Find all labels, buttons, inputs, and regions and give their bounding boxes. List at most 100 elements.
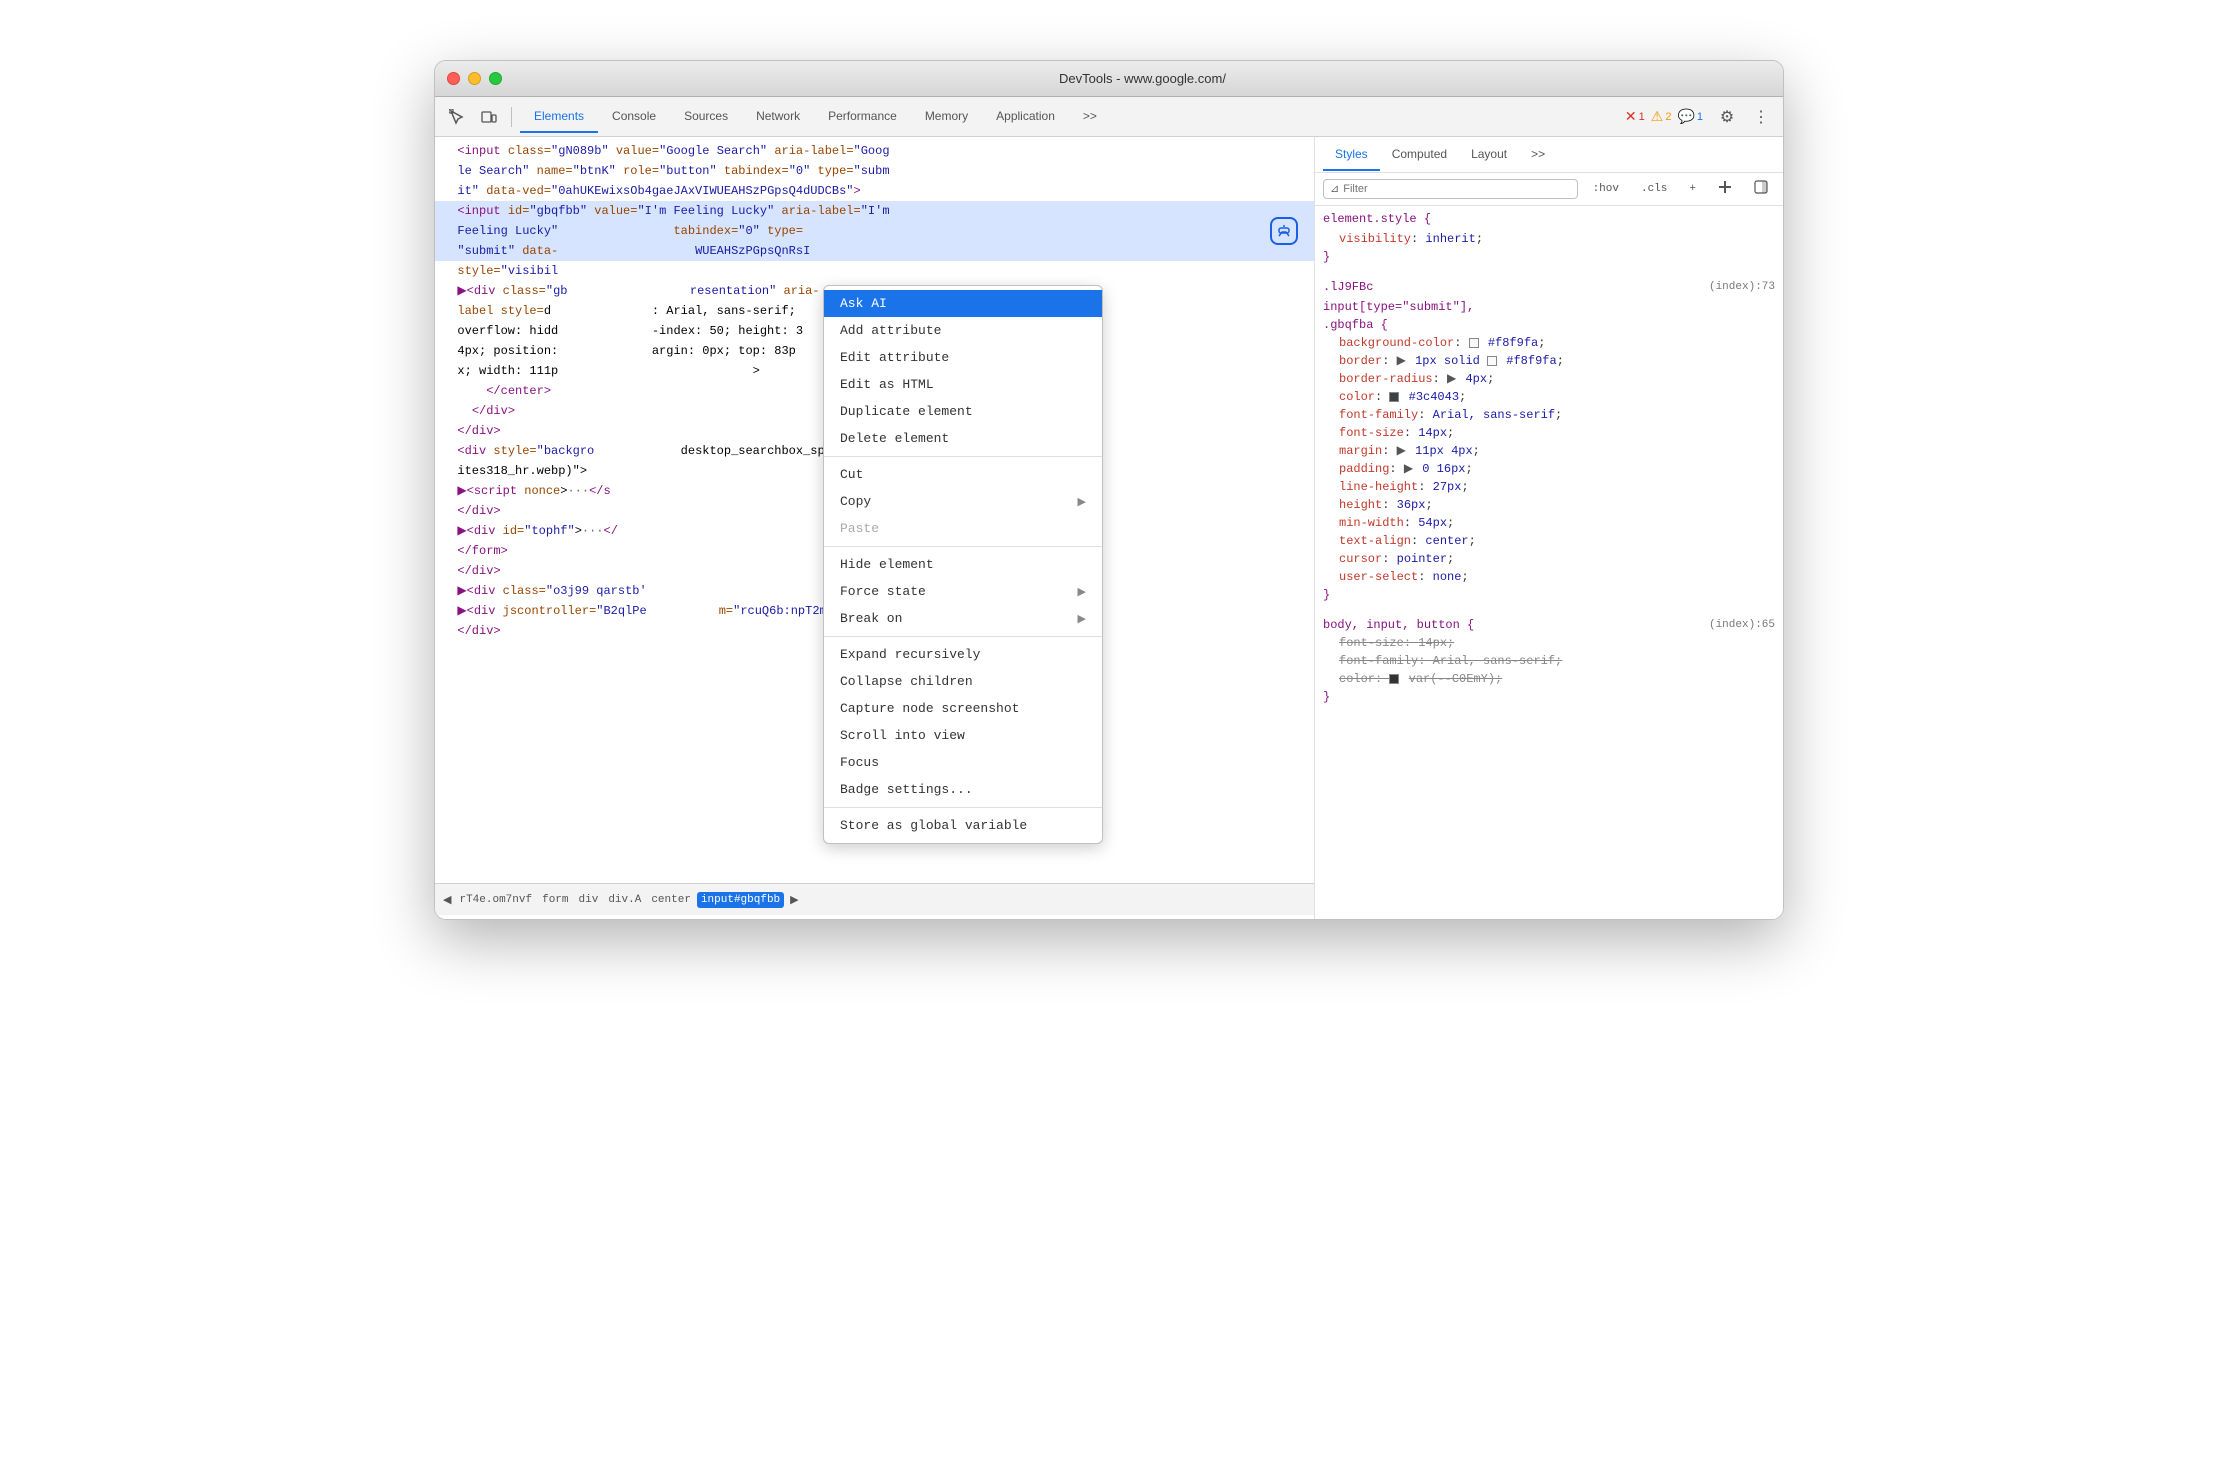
style-rule-ljfbc: .lJ9FBc input[type="submit"], .gbqfba { … bbox=[1323, 278, 1775, 604]
menu-item-copy[interactable]: Copy ▶ bbox=[824, 488, 1102, 515]
color-swatch[interactable] bbox=[1487, 356, 1497, 366]
minimize-button[interactable] bbox=[468, 72, 481, 85]
tab-application[interactable]: Application bbox=[982, 101, 1069, 133]
styles-panel: Styles Computed Layout >> ⊿ :hov .cls + bbox=[1315, 137, 1783, 919]
submenu-arrow-icon: ▶ bbox=[1078, 612, 1086, 626]
title-bar: DevTools - www.google.com/ bbox=[435, 61, 1783, 97]
menu-item-hide[interactable]: Hide element bbox=[824, 551, 1102, 578]
style-rule-body: body, input, button { (index):65 font-si… bbox=[1323, 616, 1775, 706]
menu-separator bbox=[824, 456, 1102, 457]
css-property: margin: ▶ 11px 4px; bbox=[1339, 442, 1775, 460]
styles-filter-bar: ⊿ :hov .cls + bbox=[1315, 173, 1783, 206]
menu-separator bbox=[824, 807, 1102, 808]
hov-filter-button[interactable]: :hov bbox=[1586, 180, 1626, 198]
window-title: DevTools - www.google.com/ bbox=[514, 71, 1771, 86]
device-toggle-icon[interactable] bbox=[475, 103, 503, 131]
styles-content[interactable]: element.style { visibility: inherit; } bbox=[1315, 206, 1783, 919]
add-style-button[interactable]: + bbox=[1682, 180, 1703, 198]
tab-network[interactable]: Network bbox=[742, 101, 814, 133]
color-swatch[interactable] bbox=[1469, 338, 1479, 348]
rule-selector: element.style { bbox=[1323, 210, 1775, 228]
menu-item-cut[interactable]: Cut bbox=[824, 461, 1102, 488]
close-button[interactable] bbox=[447, 72, 460, 85]
menu-item-screenshot[interactable]: Capture node screenshot bbox=[824, 695, 1102, 722]
menu-item-expand[interactable]: Expand recursively bbox=[824, 641, 1102, 668]
tab-performance[interactable]: Performance bbox=[814, 101, 911, 133]
menu-label: Expand recursively bbox=[840, 647, 980, 662]
context-menu: Ask AI Add attribute Edit attribute Edit… bbox=[823, 285, 1103, 844]
style-tab-computed[interactable]: Computed bbox=[1380, 139, 1459, 171]
html-line-selected: Feeling Lucky" tabindex="0" type= bbox=[435, 221, 1314, 241]
html-line-selected: "submit" data- WUEAHSzPGpsQnRsI bbox=[435, 241, 1314, 261]
triangle-icon: ▶ bbox=[1397, 352, 1406, 370]
rule-block: font-size: 14px; font-family: Arial, san… bbox=[1323, 634, 1775, 688]
css-property: font-family: Arial, sans-serif; bbox=[1339, 652, 1775, 670]
style-tab-more[interactable]: >> bbox=[1519, 139, 1557, 171]
breadcrumb-item-active[interactable]: input#gbqfbb bbox=[697, 892, 784, 908]
color-swatch[interactable] bbox=[1389, 674, 1399, 684]
menu-label: Collapse children bbox=[840, 674, 973, 689]
html-line: style="visibil bbox=[435, 261, 1314, 281]
breadcrumb-item[interactable]: form bbox=[538, 892, 572, 908]
css-property: color: #3c4043; bbox=[1339, 388, 1775, 406]
tab-elements[interactable]: Elements bbox=[520, 101, 598, 133]
styles-tabs: Styles Computed Layout >> bbox=[1315, 137, 1783, 173]
css-property: padding: ▶ 0 16px; bbox=[1339, 460, 1775, 478]
more-options-icon[interactable]: ⋮ bbox=[1747, 103, 1775, 131]
menu-label: Break on bbox=[840, 611, 902, 626]
menu-item-store-global[interactable]: Store as global variable bbox=[824, 812, 1102, 839]
select-element-icon[interactable] bbox=[443, 103, 471, 131]
menu-item-collapse[interactable]: Collapse children bbox=[824, 668, 1102, 695]
menu-label: Edit attribute bbox=[840, 350, 949, 365]
menu-item-force-state[interactable]: Force state ▶ bbox=[824, 578, 1102, 605]
menu-item-break-on[interactable]: Break on ▶ bbox=[824, 605, 1102, 632]
menu-label: Ask AI bbox=[840, 296, 887, 311]
menu-item-ask-ai[interactable]: Ask AI bbox=[824, 290, 1102, 317]
breadcrumb-arrow-right[interactable]: ▶ bbox=[790, 893, 798, 907]
style-tab-styles[interactable]: Styles bbox=[1323, 139, 1380, 171]
devtools-main: <input class="gN089b" value="Google Sear… bbox=[435, 137, 1783, 919]
menu-label: Cut bbox=[840, 467, 863, 482]
filter-input[interactable] bbox=[1343, 183, 1570, 195]
cls-filter-button[interactable]: .cls bbox=[1634, 180, 1674, 198]
menu-item-delete[interactable]: Delete element bbox=[824, 425, 1102, 452]
toolbar-divider bbox=[511, 107, 512, 127]
maximize-button[interactable] bbox=[489, 72, 502, 85]
rule-close: } bbox=[1323, 586, 1775, 604]
rule-selector3: .gbqfba { bbox=[1323, 316, 1474, 334]
breadcrumb: ◀ rT4e.om7nvf form div div.A center inpu… bbox=[435, 883, 1314, 915]
breadcrumb-arrow[interactable]: ◀ bbox=[443, 893, 451, 907]
css-property: visibility: inherit; bbox=[1339, 230, 1775, 248]
breadcrumb-item[interactable]: center bbox=[647, 892, 695, 908]
style-rule-element: element.style { visibility: inherit; } bbox=[1323, 210, 1775, 266]
menu-separator bbox=[824, 636, 1102, 637]
toggle-sidebar-button[interactable] bbox=[1747, 177, 1775, 201]
menu-item-duplicate[interactable]: Duplicate element bbox=[824, 398, 1102, 425]
ai-shortcut-icon[interactable] bbox=[1270, 217, 1298, 245]
breadcrumb-item[interactable]: div bbox=[575, 892, 603, 908]
tab-more[interactable]: >> bbox=[1069, 101, 1111, 133]
menu-item-badge[interactable]: Badge settings... bbox=[824, 776, 1102, 803]
css-property: border-radius: ▶ 4px; bbox=[1339, 370, 1775, 388]
filter-icon: ⊿ bbox=[1330, 182, 1339, 196]
menu-item-edit-as-html[interactable]: Edit as HTML bbox=[824, 371, 1102, 398]
tab-bar: Elements Console Sources Network Perform… bbox=[520, 101, 1111, 133]
tab-sources[interactable]: Sources bbox=[670, 101, 742, 133]
menu-item-edit-attribute[interactable]: Edit attribute bbox=[824, 344, 1102, 371]
menu-item-scroll[interactable]: Scroll into view bbox=[824, 722, 1102, 749]
color-swatch[interactable] bbox=[1389, 392, 1399, 402]
tab-memory[interactable]: Memory bbox=[911, 101, 982, 133]
breadcrumb-item[interactable]: rT4e.om7nvf bbox=[455, 892, 536, 908]
html-line: <input class="gN089b" value="Google Sear… bbox=[435, 141, 1314, 161]
settings-icon[interactable]: ⚙ bbox=[1713, 103, 1741, 131]
style-tab-layout[interactable]: Layout bbox=[1459, 139, 1519, 171]
new-style-rule-button[interactable] bbox=[1711, 177, 1739, 201]
error-count: 1 bbox=[1639, 111, 1645, 123]
breadcrumb-item[interactable]: div.A bbox=[604, 892, 645, 908]
triangle-icon: ▶ bbox=[1404, 460, 1413, 478]
tab-console[interactable]: Console bbox=[598, 101, 670, 133]
menu-item-focus[interactable]: Focus bbox=[824, 749, 1102, 776]
css-property: color: var(--C0EmY); bbox=[1339, 670, 1775, 688]
menu-item-add-attribute[interactable]: Add attribute bbox=[824, 317, 1102, 344]
rule-selector: .lJ9FBc bbox=[1323, 278, 1474, 296]
